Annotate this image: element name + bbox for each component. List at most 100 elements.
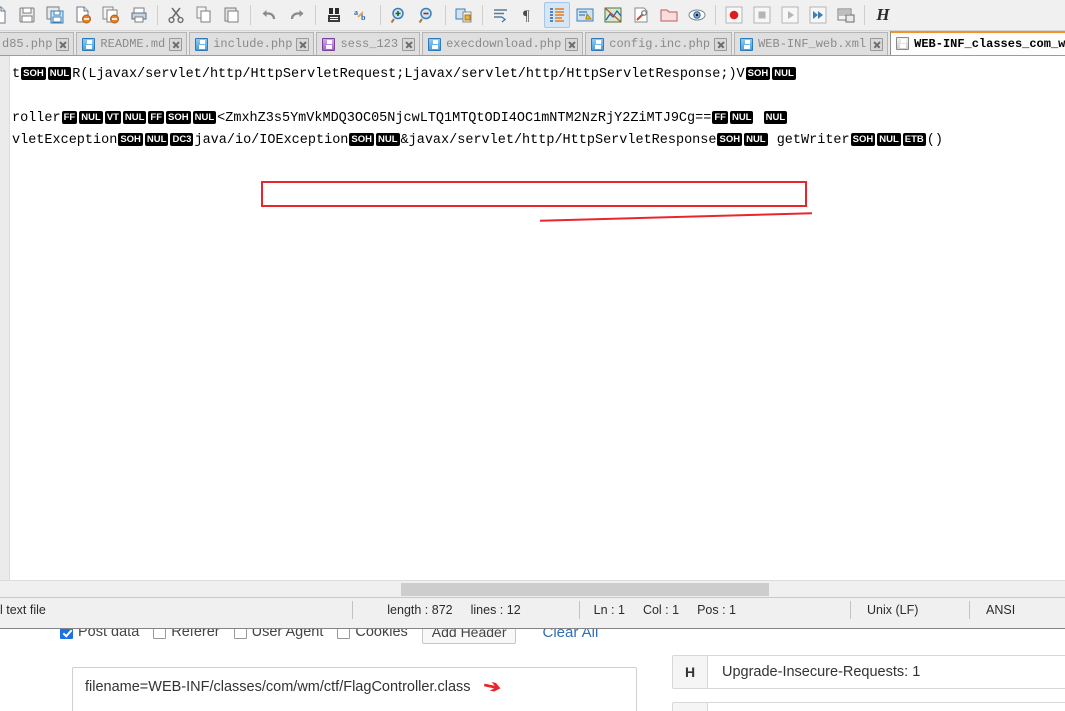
replace-button[interactable]: ab <box>349 2 375 28</box>
header-row-2: H <box>672 702 1065 711</box>
folder-as-workspace-button[interactable] <box>656 2 682 28</box>
editor-text-run: <ZmxhZ3s5YmVkMDQ3OC05NjcwLTQ1MTQtODI4OC1… <box>217 111 712 126</box>
toolbar-separator <box>315 5 316 25</box>
show-indent-guide-button[interactable] <box>544 2 570 28</box>
status-pos: Pos : 1 <box>697 602 736 617</box>
control-char-nul: NUL <box>772 67 796 80</box>
toolbar-separator <box>250 5 251 25</box>
user-defined-dialog-button[interactable] <box>572 2 598 28</box>
post-data-value: filename=WEB-INF/classes/com/wm/ctf/Flag… <box>85 679 471 695</box>
close-button[interactable] <box>70 2 96 28</box>
play-macro-button[interactable] <box>777 2 803 28</box>
editor-text-run <box>754 111 762 126</box>
tab-close-icon[interactable] <box>296 37 310 51</box>
save-all-button[interactable] <box>42 2 68 28</box>
tab-sess-123[interactable]: sess_123 <box>316 32 421 55</box>
control-char-etb: ETB <box>902 133 926 146</box>
copy-button[interactable] <box>191 2 217 28</box>
redo-button[interactable] <box>284 2 310 28</box>
horizontal-scrollbar[interactable] <box>0 580 1065 597</box>
screen: Post data Referer User Agent Cookies Add… <box>0 0 1065 711</box>
tab-include-php[interactable]: include.php <box>189 32 315 55</box>
zoom-in-button[interactable] <box>386 2 412 28</box>
toolbar-separator <box>445 5 446 25</box>
tab-label: execdownload.php <box>446 37 562 51</box>
tab-flagcontroller-class[interactable]: WEB-INF_classes_com_wm_ctf_FlagControlle… <box>890 31 1065 55</box>
editor-text-run: t <box>12 67 21 82</box>
close-all-button[interactable] <box>98 2 124 28</box>
zoom-out-button[interactable] <box>414 2 440 28</box>
tab-label: README.md <box>100 37 166 51</box>
control-char-soh: SOH <box>118 133 143 146</box>
toolbar-separator <box>380 5 381 25</box>
paste-button[interactable] <box>219 2 245 28</box>
control-char-dc3: DC3 <box>170 133 194 146</box>
header-badge-icon-2: H <box>672 702 708 711</box>
print-button[interactable] <box>126 2 152 28</box>
svg-text:a: a <box>354 8 358 17</box>
tab-close-icon[interactable] <box>714 37 728 51</box>
editor-line: t SOH NUL R(Ljavax/servlet/http/HttpServlet… <box>10 64 1065 86</box>
show-all-chars-button[interactable]: ¶ <box>516 2 542 28</box>
run-dialog-button[interactable]: H <box>870 2 896 28</box>
tab-close-icon[interactable] <box>402 37 416 51</box>
control-char-nul: NUL <box>144 133 169 146</box>
function-list-button[interactable] <box>628 2 654 28</box>
control-char-ff: FF <box>148 111 165 124</box>
notepad-plus-plus-window: ab ¶ H d85.php README.md include.php ses… <box>0 0 1065 629</box>
find-button[interactable] <box>321 2 347 28</box>
undo-button[interactable] <box>256 2 282 28</box>
control-char-soh: SOH <box>349 133 374 146</box>
save-macro-button[interactable] <box>833 2 859 28</box>
control-char-nul: NUL <box>763 111 788 124</box>
header-row-1: H Upgrade-Insecure-Requests: 1 <box>672 655 1065 689</box>
save-button[interactable] <box>14 2 40 28</box>
cut-button[interactable] <box>163 2 189 28</box>
tab-close-icon[interactable] <box>565 37 579 51</box>
document-map-button[interactable] <box>600 2 626 28</box>
control-char-nul: NUL <box>877 133 901 146</box>
tab-close-icon[interactable] <box>169 37 183 51</box>
status-length: length : 872 <box>387 602 453 617</box>
record-macro-button[interactable] <box>721 2 747 28</box>
tab-close-icon[interactable] <box>56 37 70 51</box>
horizontal-scrollbar-thumb[interactable] <box>401 583 769 596</box>
tab-close-icon[interactable] <box>870 37 884 51</box>
tab-web-inf-web-xml[interactable]: WEB-INF_web.xml <box>734 32 889 55</box>
control-char-ff: FF <box>712 111 728 124</box>
editor-area: t SOH NUL R(Ljavax/servlet/http/HttpServlet… <box>0 56 1065 580</box>
control-char-nul: NUL <box>47 67 72 80</box>
control-char-nul: NUL <box>122 111 147 124</box>
document-tab-bar: d85.php README.md include.php sess_123 e <box>0 31 1065 56</box>
run-macro-multiple-button[interactable] <box>805 2 831 28</box>
header-value-input-2[interactable] <box>708 702 1065 711</box>
toolbar-separator <box>864 5 865 25</box>
tab-label: sess_123 <box>340 37 399 51</box>
control-char-nul: NUL <box>376 133 400 146</box>
tab-config-inc-php[interactable]: config.inc.php <box>585 32 733 55</box>
stop-macro-button[interactable] <box>749 2 775 28</box>
tab-label: include.php <box>213 37 293 51</box>
tab-label: WEB-INF_classes_com_wm_ctf_FlagControlle… <box>914 36 1065 51</box>
sync-vertical-scroll-button[interactable] <box>451 2 477 28</box>
editor-text[interactable]: t SOH NUL R(Ljavax/servlet/http/HttpServlet… <box>10 56 1065 580</box>
tab-execdownload-php[interactable]: execdownload.php <box>422 32 584 55</box>
header-badge-icon: H <box>672 655 708 689</box>
control-char-soh: SOH <box>850 133 876 146</box>
tab-readme-md[interactable]: README.md <box>76 32 188 55</box>
word-wrap-button[interactable] <box>488 2 514 28</box>
control-char-vt: VT <box>104 111 121 124</box>
status-doc-type: l text file <box>0 602 46 617</box>
post-data-textarea[interactable]: filename=WEB-INF/classes/com/wm/ctf/Flag… <box>72 667 637 711</box>
tab-d85-php[interactable]: d85.php <box>0 32 75 55</box>
control-char-nul: NUL <box>192 111 217 124</box>
monitoring-button[interactable] <box>684 2 710 28</box>
saved-file-icon <box>82 37 96 51</box>
svg-text:¶: ¶ <box>523 8 530 24</box>
header-value-input[interactable]: Upgrade-Insecure-Requests: 1 <box>708 655 1065 689</box>
status-encoding: ANSI <box>986 602 1016 617</box>
editor-text-run: () <box>926 133 943 148</box>
status-eol: Unix (LF) <box>867 602 919 617</box>
new-file-button[interactable] <box>0 2 12 28</box>
